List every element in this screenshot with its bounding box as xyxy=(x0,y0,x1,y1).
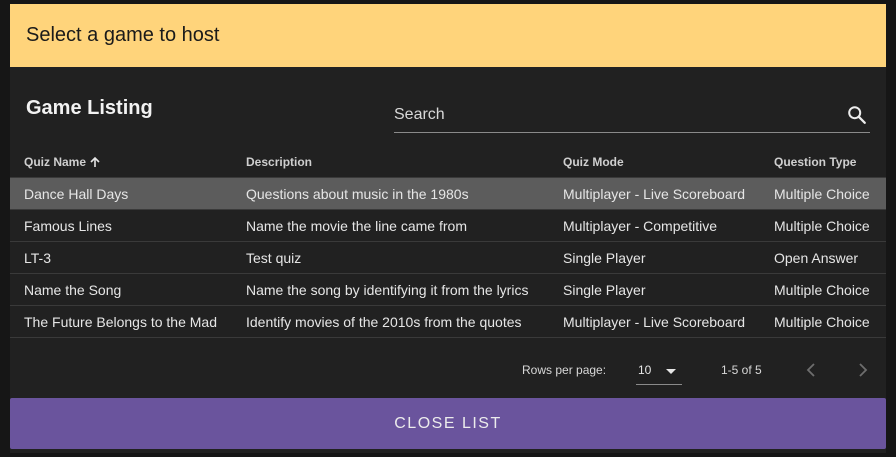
column-header-description[interactable]: Description xyxy=(246,146,563,178)
host-game-dialog: Select a game to host Game Listing Quiz … xyxy=(10,4,886,453)
cell-quiz-mode: Single Player xyxy=(563,273,774,306)
cell-question-type: Multiple Choice xyxy=(774,305,886,338)
cell-quiz-name: Name the Song xyxy=(10,273,246,306)
cell-question-type: Multiple Choice xyxy=(774,273,886,306)
table-row[interactable]: LT-3 Test quiz Single Player Open Answer xyxy=(10,241,886,274)
cell-description: Test quiz xyxy=(246,241,563,274)
table-header-row: Quiz Name Description Quiz Mode Question… xyxy=(10,146,886,178)
cell-question-type: Multiple Choice xyxy=(774,177,886,210)
sort-ascending-icon[interactable] xyxy=(89,156,101,168)
close-list-button[interactable]: CLOSE LIST xyxy=(10,398,886,449)
cell-quiz-name: Dance Hall Days xyxy=(10,177,246,210)
cell-quiz-mode: Multiplayer - Live Scoreboard xyxy=(563,177,774,210)
column-header-question-type[interactable]: Question Type xyxy=(774,146,886,178)
search-input[interactable] xyxy=(394,102,834,128)
dialog-title: Select a game to host xyxy=(10,4,886,67)
listing-title: Game Listing xyxy=(26,97,153,119)
cell-question-type: Multiple Choice xyxy=(774,209,886,242)
table-pagination: Rows per page: 10 1-5 of 5 xyxy=(10,352,886,388)
search-field xyxy=(394,102,870,133)
cell-quiz-name: LT-3 xyxy=(10,241,246,274)
rows-per-page-label: Rows per page: xyxy=(522,363,607,377)
column-header-quiz-mode[interactable]: Quiz Mode xyxy=(563,146,774,178)
next-page-icon[interactable] xyxy=(852,360,872,380)
column-header-quiz-name[interactable]: Quiz Name xyxy=(10,146,246,178)
rows-per-page-select[interactable]: 10 xyxy=(636,356,682,385)
game-table: Quiz Name Description Quiz Mode Question… xyxy=(10,146,886,338)
cell-description: Name the movie the line came from xyxy=(246,209,563,242)
cell-quiz-mode: Multiplayer - Live Scoreboard xyxy=(563,305,774,338)
table-row[interactable]: The Future Belongs to the Mad Identify m… xyxy=(10,305,886,338)
cell-quiz-name: Famous Lines xyxy=(10,209,246,242)
cell-quiz-name: The Future Belongs to the Mad xyxy=(10,305,246,338)
table-row[interactable]: Dance Hall Days Questions about music in… xyxy=(10,177,886,210)
table-row[interactable]: Name the Song Name the song by identifyi… xyxy=(10,273,886,306)
search-icon[interactable] xyxy=(846,104,868,126)
dropdown-caret-icon xyxy=(666,369,676,374)
cell-quiz-mode: Single Player xyxy=(563,241,774,274)
pagination-range: 1-5 of 5 xyxy=(721,363,762,377)
cell-quiz-mode: Multiplayer - Competitive xyxy=(563,209,774,242)
cell-description: Questions about music in the 1980s xyxy=(246,177,563,210)
rows-per-page-value: 10 xyxy=(638,363,652,377)
cell-description: Name the song by identifying it from the… xyxy=(246,273,563,306)
cell-question-type: Open Answer xyxy=(774,241,886,274)
cell-description: Identify movies of the 2010s from the qu… xyxy=(246,305,563,338)
previous-page-icon[interactable] xyxy=(802,360,822,380)
table-row[interactable]: Famous Lines Name the movie the line cam… xyxy=(10,209,886,242)
